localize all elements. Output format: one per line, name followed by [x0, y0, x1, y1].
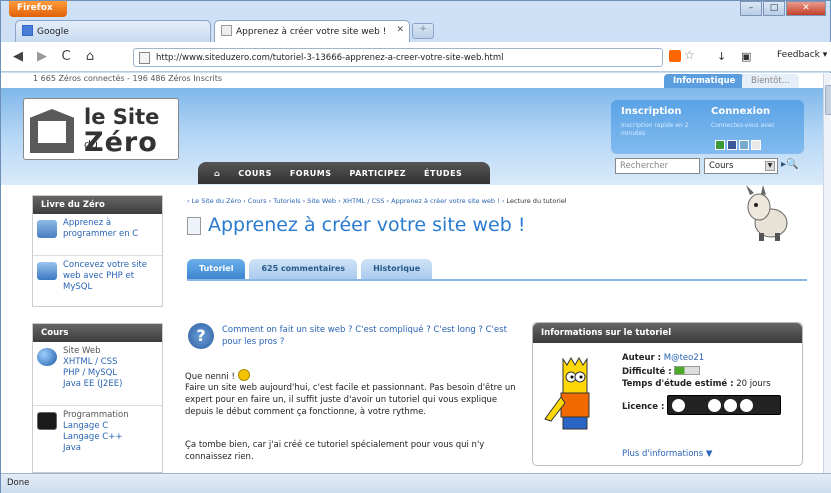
google-favicon-icon: [22, 25, 33, 36]
tabs-underline: [187, 279, 807, 281]
bart-avatar-icon: [544, 357, 590, 430]
address-bar[interactable]: http://www.siteduzero.com/tutoriel-3-136…: [133, 48, 663, 67]
globe-icon: [37, 348, 57, 366]
tab-google[interactable]: Google: [15, 20, 211, 42]
breadcrumb-link[interactable]: Tutoriels: [273, 197, 300, 205]
menu-forums[interactable]: Forums: [290, 169, 332, 178]
openid-icon[interactable]: [715, 140, 725, 150]
scrollbar-thumb[interactable]: [825, 85, 831, 115]
tab-siteduzero[interactable]: Apprenez à créer votre site web ! ✕: [214, 20, 410, 42]
course-link[interactable]: PHP / MySQL: [63, 368, 158, 379]
status-bar: Done: [1, 473, 831, 493]
paragraph-1: Faire un site web aujourd'hui, c'est fac…: [185, 383, 516, 417]
difficulty-meter: [674, 366, 701, 375]
breadcrumb-link[interactable]: Apprenez à créer votre site web !: [391, 197, 500, 205]
menu-cours[interactable]: Cours: [238, 169, 272, 178]
search-scope-select[interactable]: Cours ▼: [704, 158, 778, 174]
maximize-button[interactable]: □: [763, 1, 785, 16]
course-link[interactable]: Langage C++: [63, 432, 158, 443]
chevron-down-icon: ▼: [765, 161, 775, 171]
sidebar-item-livre-c[interactable]: Apprenez à programmer en C: [33, 214, 162, 256]
close-tab-icon[interactable]: ✕: [396, 25, 404, 35]
breadcrumb-link[interactable]: XHTML / CSS: [343, 197, 385, 205]
menu-participez[interactable]: Participez: [349, 169, 406, 178]
site-logo[interactable]: le Site du Zéro: [23, 98, 179, 160]
search-go-icon[interactable]: ▸🔍: [781, 159, 798, 170]
creative-commons-badge-icon[interactable]: [667, 395, 782, 415]
breadcrumb: › Le Site du Zéro › Cours › Tutoriels › …: [187, 197, 567, 205]
intro-question: Comment on fait un site web ? C'est comp…: [222, 325, 507, 347]
info-author: Auteur : M@teo21: [622, 353, 705, 363]
page-icon: [139, 52, 150, 64]
course-link[interactable]: Langage C: [63, 421, 158, 432]
browser-window: Firefox – □ ✕ Google Apprenez à créer vo…: [0, 0, 831, 493]
vertical-scrollbar[interactable]: [823, 73, 831, 473]
document-icon: [187, 217, 201, 235]
category-tab-informatique[interactable]: Informatique: [664, 74, 745, 88]
search-input[interactable]: Rechercher: [615, 158, 700, 174]
info-license: Licence :: [622, 395, 782, 415]
main-menu: ⌂ Cours Forums Participez Études: [198, 162, 490, 184]
tab-historique[interactable]: Historique: [361, 259, 433, 279]
sidebar-cours: Cours Site Web XHTML / CSS PHP / MySQL J…: [32, 323, 163, 473]
feedback-button[interactable]: Feedback ▾: [777, 50, 827, 60]
back-button[interactable]: ◀: [9, 49, 27, 64]
reload-button[interactable]: C: [57, 49, 75, 64]
page-title: Apprenez à créer votre site web !: [208, 214, 526, 236]
breadcrumb-link[interactable]: Le Site du Zéro: [192, 197, 241, 205]
home-icon[interactable]: ⌂: [214, 169, 220, 178]
menu-etudes[interactable]: Études: [424, 169, 462, 178]
forward-button[interactable]: ▶: [33, 49, 51, 64]
firefox-menu-button[interactable]: Firefox: [9, 1, 67, 17]
author-link[interactable]: M@teo21: [664, 353, 704, 363]
navigation-toolbar: ◀ ▶ C ⌂ http://www.siteduzero.com/tutori…: [1, 42, 831, 72]
sidebar-cours-title: Cours: [33, 324, 162, 342]
content-tabs: Tutoriel 625 commentaires Historique: [187, 259, 433, 279]
breadcrumb-link[interactable]: Cours: [248, 197, 267, 205]
breadcrumb-link[interactable]: Site Web: [307, 197, 336, 205]
book-icon: [37, 262, 57, 280]
more-info-link[interactable]: Plus d'informations ▼: [622, 449, 712, 459]
page-favicon-icon: [221, 25, 232, 36]
site-header: le Site du Zéro ⌂ Cours Forums Participe…: [1, 88, 823, 185]
donkey-mascot-icon: [746, 185, 788, 241]
download-icon[interactable]: ↓: [717, 50, 726, 63]
tab-tutoriel[interactable]: Tutoriel: [187, 259, 246, 279]
course-link[interactable]: Java EE (J2EE): [63, 379, 158, 390]
bookmark-star-icon[interactable]: ☆: [684, 48, 695, 62]
page-menu-icon[interactable]: ▣: [741, 50, 751, 63]
info-time: Temps d'étude estimé : 20 jours: [622, 379, 771, 389]
smiley-icon: [237, 369, 250, 381]
sidebar-livre-title: Livre du Zéro: [33, 196, 162, 214]
paragraph-2: Ça tombe bien, car j'ai créé ce tutoriel…: [185, 440, 485, 462]
sidebar-livre: Livre du Zéro Apprenez à programmer en C…: [32, 195, 163, 307]
google-icon[interactable]: [751, 140, 761, 150]
sidebar-group-programmation: Programmation Langage C Langage C++ Java: [33, 406, 162, 470]
sidebar-item-livre-php[interactable]: Concevez votre site web avec PHP et MySQ…: [33, 256, 162, 304]
book-icon: [37, 220, 57, 238]
close-window-button[interactable]: ✕: [786, 1, 826, 16]
category-tab-bientot[interactable]: Bientôt...: [742, 74, 799, 88]
info-box-title: Informations sur le tutoriel: [533, 323, 802, 343]
paragraph-intro: Que nenni !: [185, 369, 525, 383]
facebook-icon[interactable]: [727, 140, 737, 150]
info-difficulty: Difficulté :: [622, 366, 701, 377]
page-content: 1 665 Zéros connectés - 196 486 Zéros In…: [1, 73, 823, 473]
question-icon: ?: [188, 323, 214, 349]
course-link[interactable]: XHTML / CSS: [63, 357, 158, 368]
new-tab-button[interactable]: +: [412, 23, 434, 39]
rss-icon[interactable]: [669, 50, 681, 62]
terminal-icon: [37, 412, 57, 430]
tutorial-info-box: Informations sur le tutoriel Auteur : M@…: [532, 322, 803, 466]
twitter-icon[interactable]: [739, 140, 749, 150]
window-controls: – □ ✕: [740, 1, 826, 16]
connexion-link[interactable]: Connexion: [711, 106, 770, 117]
inscription-link[interactable]: Inscription: [621, 106, 681, 117]
minimize-button[interactable]: –: [740, 1, 762, 16]
tab-commentaires[interactable]: 625 commentaires: [249, 259, 358, 279]
home-button[interactable]: ⌂: [81, 49, 99, 64]
sidebar-group-siteweb: Site Web XHTML / CSS PHP / MySQL Java EE…: [33, 342, 162, 406]
course-link[interactable]: Java: [63, 443, 158, 454]
login-box: Inscription Inscription rapide en 2 minu…: [611, 100, 804, 154]
